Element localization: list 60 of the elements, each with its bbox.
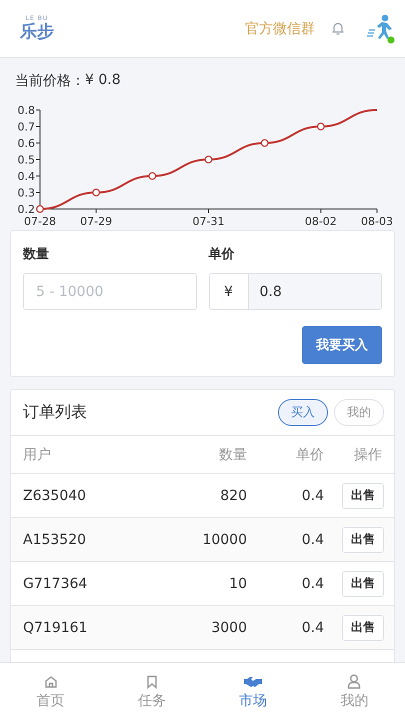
logo-text[interactable]: 乐步 — [20, 22, 54, 42]
user-icon — [347, 674, 362, 689]
sell-button[interactable]: 出售 — [342, 570, 384, 596]
home-icon — [44, 674, 58, 688]
column-header: 单价 — [295, 446, 324, 464]
price-cell-text: 0.4 — [300, 620, 324, 636]
price-cell-text: 0.4 — [300, 532, 324, 548]
x-tick-label: 08-03 — [361, 215, 393, 228]
x-tick-label: 08-02 — [304, 215, 337, 228]
user-cell-text: G717364 — [23, 576, 88, 592]
x-tick-label: 07-31 — [192, 215, 224, 228]
quantity-cell-text: 10000 — [201, 532, 247, 548]
data-point — [204, 156, 212, 164]
tab-bar-item[interactable]: 任务 — [101, 663, 202, 721]
y-tick-label: 0.4 — [18, 170, 35, 183]
x-tick-label: 07-29 — [80, 215, 112, 228]
column-header: 操作 — [353, 446, 383, 464]
quantity-cell-text: 3000 — [210, 620, 247, 636]
user-cell-text: Q719161 — [23, 620, 88, 636]
sell-button[interactable]: 出售 — [342, 482, 384, 508]
price-cell-text: 0.4 — [300, 488, 324, 504]
y-tick-label: 0.6 — [18, 137, 35, 150]
price-cell-text: 0.4 — [300, 576, 324, 592]
y-tick-label: 0.7 — [18, 120, 35, 134]
filter-pill[interactable]: 我的 — [334, 399, 384, 426]
x-tick-label: 07-28 — [24, 215, 56, 228]
quantity-cell-text: 10 — [228, 576, 247, 592]
buy-button[interactable]: 我要买入 — [302, 326, 382, 364]
unit-price-label: 单价 — [208, 246, 236, 263]
y-tick-label: 0.5 — [18, 154, 35, 166]
bell-icon[interactable] — [331, 21, 345, 36]
column-header: 数量 — [218, 446, 247, 464]
filter-pill[interactable]: 买入 — [278, 399, 328, 426]
user-cell-text: Z635040 — [23, 488, 88, 504]
current-price-label: 当前价格： — [15, 72, 85, 90]
data-point — [148, 172, 156, 180]
handshake-icon — [244, 674, 262, 688]
tab-bar-item[interactable]: 市场 — [202, 663, 304, 721]
sell-button[interactable]: 出售 — [342, 614, 384, 640]
data-point — [260, 139, 269, 147]
quantity-cell-text: 820 — [219, 488, 247, 504]
unit-price-field[interactable]: ¥ 0.8 — [208, 273, 382, 310]
user-cell-text: A153520 — [23, 532, 88, 548]
sell-button[interactable]: 出售 — [342, 526, 384, 552]
data-point — [92, 188, 100, 196]
quantity-field[interactable]: 5 - 10000 — [23, 273, 196, 310]
runner-icon[interactable] — [367, 14, 395, 44]
bookmark-icon — [144, 674, 159, 688]
wechat-group-link[interactable]: 官方微信群 — [245, 20, 315, 38]
tab-bar-item[interactable]: 首页 — [0, 663, 102, 721]
quantity-label: 数量 — [23, 246, 50, 263]
data-point — [36, 205, 44, 213]
y-tick-label: 0.3 — [18, 186, 35, 200]
orders-title: 订单列表 — [23, 402, 87, 423]
y-tick-label: 0.2 — [18, 203, 35, 216]
data-point — [316, 122, 325, 130]
tab-bar-item[interactable]: 我的 — [304, 663, 405, 721]
y-tick-label: 0.8 — [18, 104, 35, 117]
column-header: 用户 — [23, 446, 52, 464]
current-price-value: ¥ 0.8 — [85, 72, 121, 90]
